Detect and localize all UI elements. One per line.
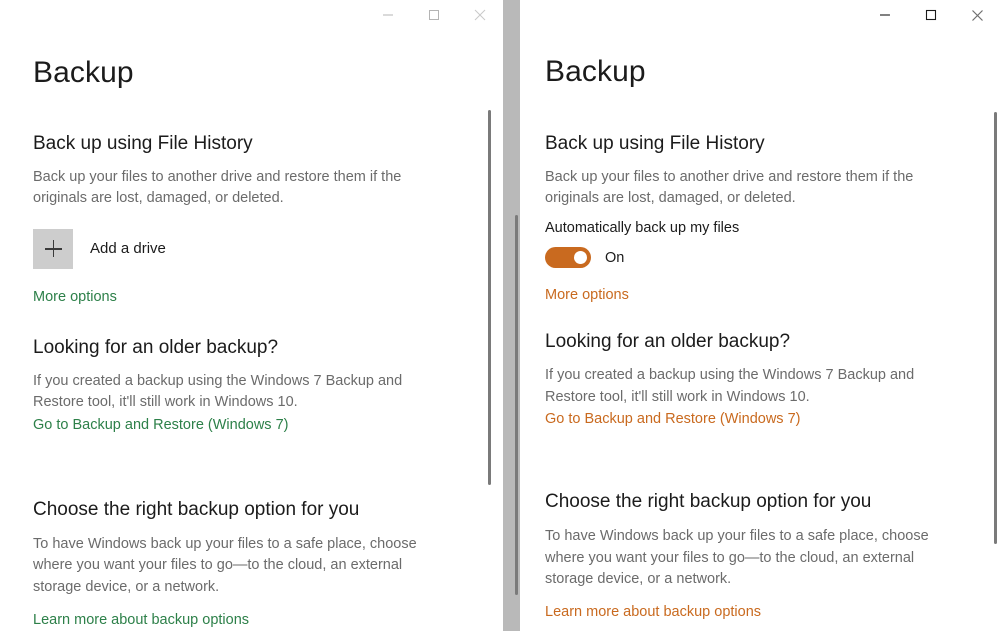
choose-option-description: To have Windows back up your files to a … [33, 534, 433, 598]
close-icon [971, 9, 984, 22]
minimize-button[interactable] [862, 0, 908, 30]
section-heading-older-backup: Looking for an older backup? [33, 337, 433, 360]
learn-more-backup-options-link[interactable]: Learn more about backup options [33, 610, 249, 630]
scrollbar-right-window[interactable] [991, 112, 1000, 544]
toggle-state-label: On [605, 250, 624, 266]
scrollbar-thumb[interactable] [488, 110, 491, 485]
page-title: Backup [33, 32, 433, 88]
go-to-backup-and-restore-link[interactable]: Go to Backup and Restore (Windows 7) [545, 409, 800, 429]
close-button[interactable] [457, 0, 503, 30]
section-heading-older-backup: Looking for an older backup? [545, 331, 960, 354]
plus-icon [45, 240, 62, 257]
close-button[interactable] [954, 0, 1000, 30]
file-history-description: Back up your files to another drive and … [545, 167, 960, 210]
scrollbar-thumb[interactable] [515, 215, 518, 595]
screen-root: Backup Back up using File History Back u… [0, 0, 1000, 631]
minimize-icon [879, 9, 891, 21]
add-a-drive-button[interactable]: Add a drive [33, 229, 433, 269]
automatic-backup-label: Automatically back up my files [545, 218, 960, 238]
older-backup-description: If you created a backup using the Window… [545, 365, 960, 408]
titlebar-left [0, 0, 503, 32]
add-drive-label: Add a drive [90, 240, 166, 257]
content-right: Backup Back up using File History Back u… [520, 32, 1000, 631]
section-heading-choose-option: Choose the right backup option for you [545, 491, 960, 514]
file-history-description: Back up your files to another drive and … [33, 167, 433, 210]
automatic-backup-toggle[interactable] [545, 247, 591, 268]
minimize-button[interactable] [365, 0, 411, 30]
more-options-link[interactable]: More options [545, 285, 629, 305]
add-drive-icon-box [33, 229, 73, 269]
older-backup-description: If you created a backup using the Window… [33, 371, 433, 414]
titlebar-right [520, 0, 1000, 32]
scrollbar-thumb[interactable] [994, 112, 997, 544]
maximize-icon [925, 9, 937, 21]
go-to-backup-and-restore-link[interactable]: Go to Backup and Restore (Windows 7) [33, 415, 288, 435]
backup-settings-window-right: Backup Back up using File History Back u… [520, 0, 1000, 631]
automatic-backup-toggle-row: On [545, 247, 960, 268]
section-heading-file-history: Back up using File History [33, 133, 433, 156]
section-heading-file-history: Back up using File History [545, 133, 960, 156]
maximize-button[interactable] [908, 0, 954, 30]
section-heading-choose-option: Choose the right backup option for you [33, 499, 433, 522]
scrollbar-left-window[interactable] [485, 110, 494, 485]
choose-option-description: To have Windows back up your files to a … [545, 526, 960, 590]
maximize-button[interactable] [411, 0, 457, 30]
backup-settings-window-left: Backup Back up using File History Back u… [0, 0, 503, 631]
close-icon [474, 9, 486, 21]
minimize-icon [382, 9, 394, 21]
toggle-knob [574, 251, 587, 264]
learn-more-backup-options-link[interactable]: Learn more about backup options [545, 602, 761, 622]
more-options-link[interactable]: More options [33, 287, 117, 307]
page-title: Backup [545, 32, 960, 87]
maximize-icon [428, 9, 440, 21]
content-left: Backup Back up using File History Back u… [0, 32, 503, 631]
